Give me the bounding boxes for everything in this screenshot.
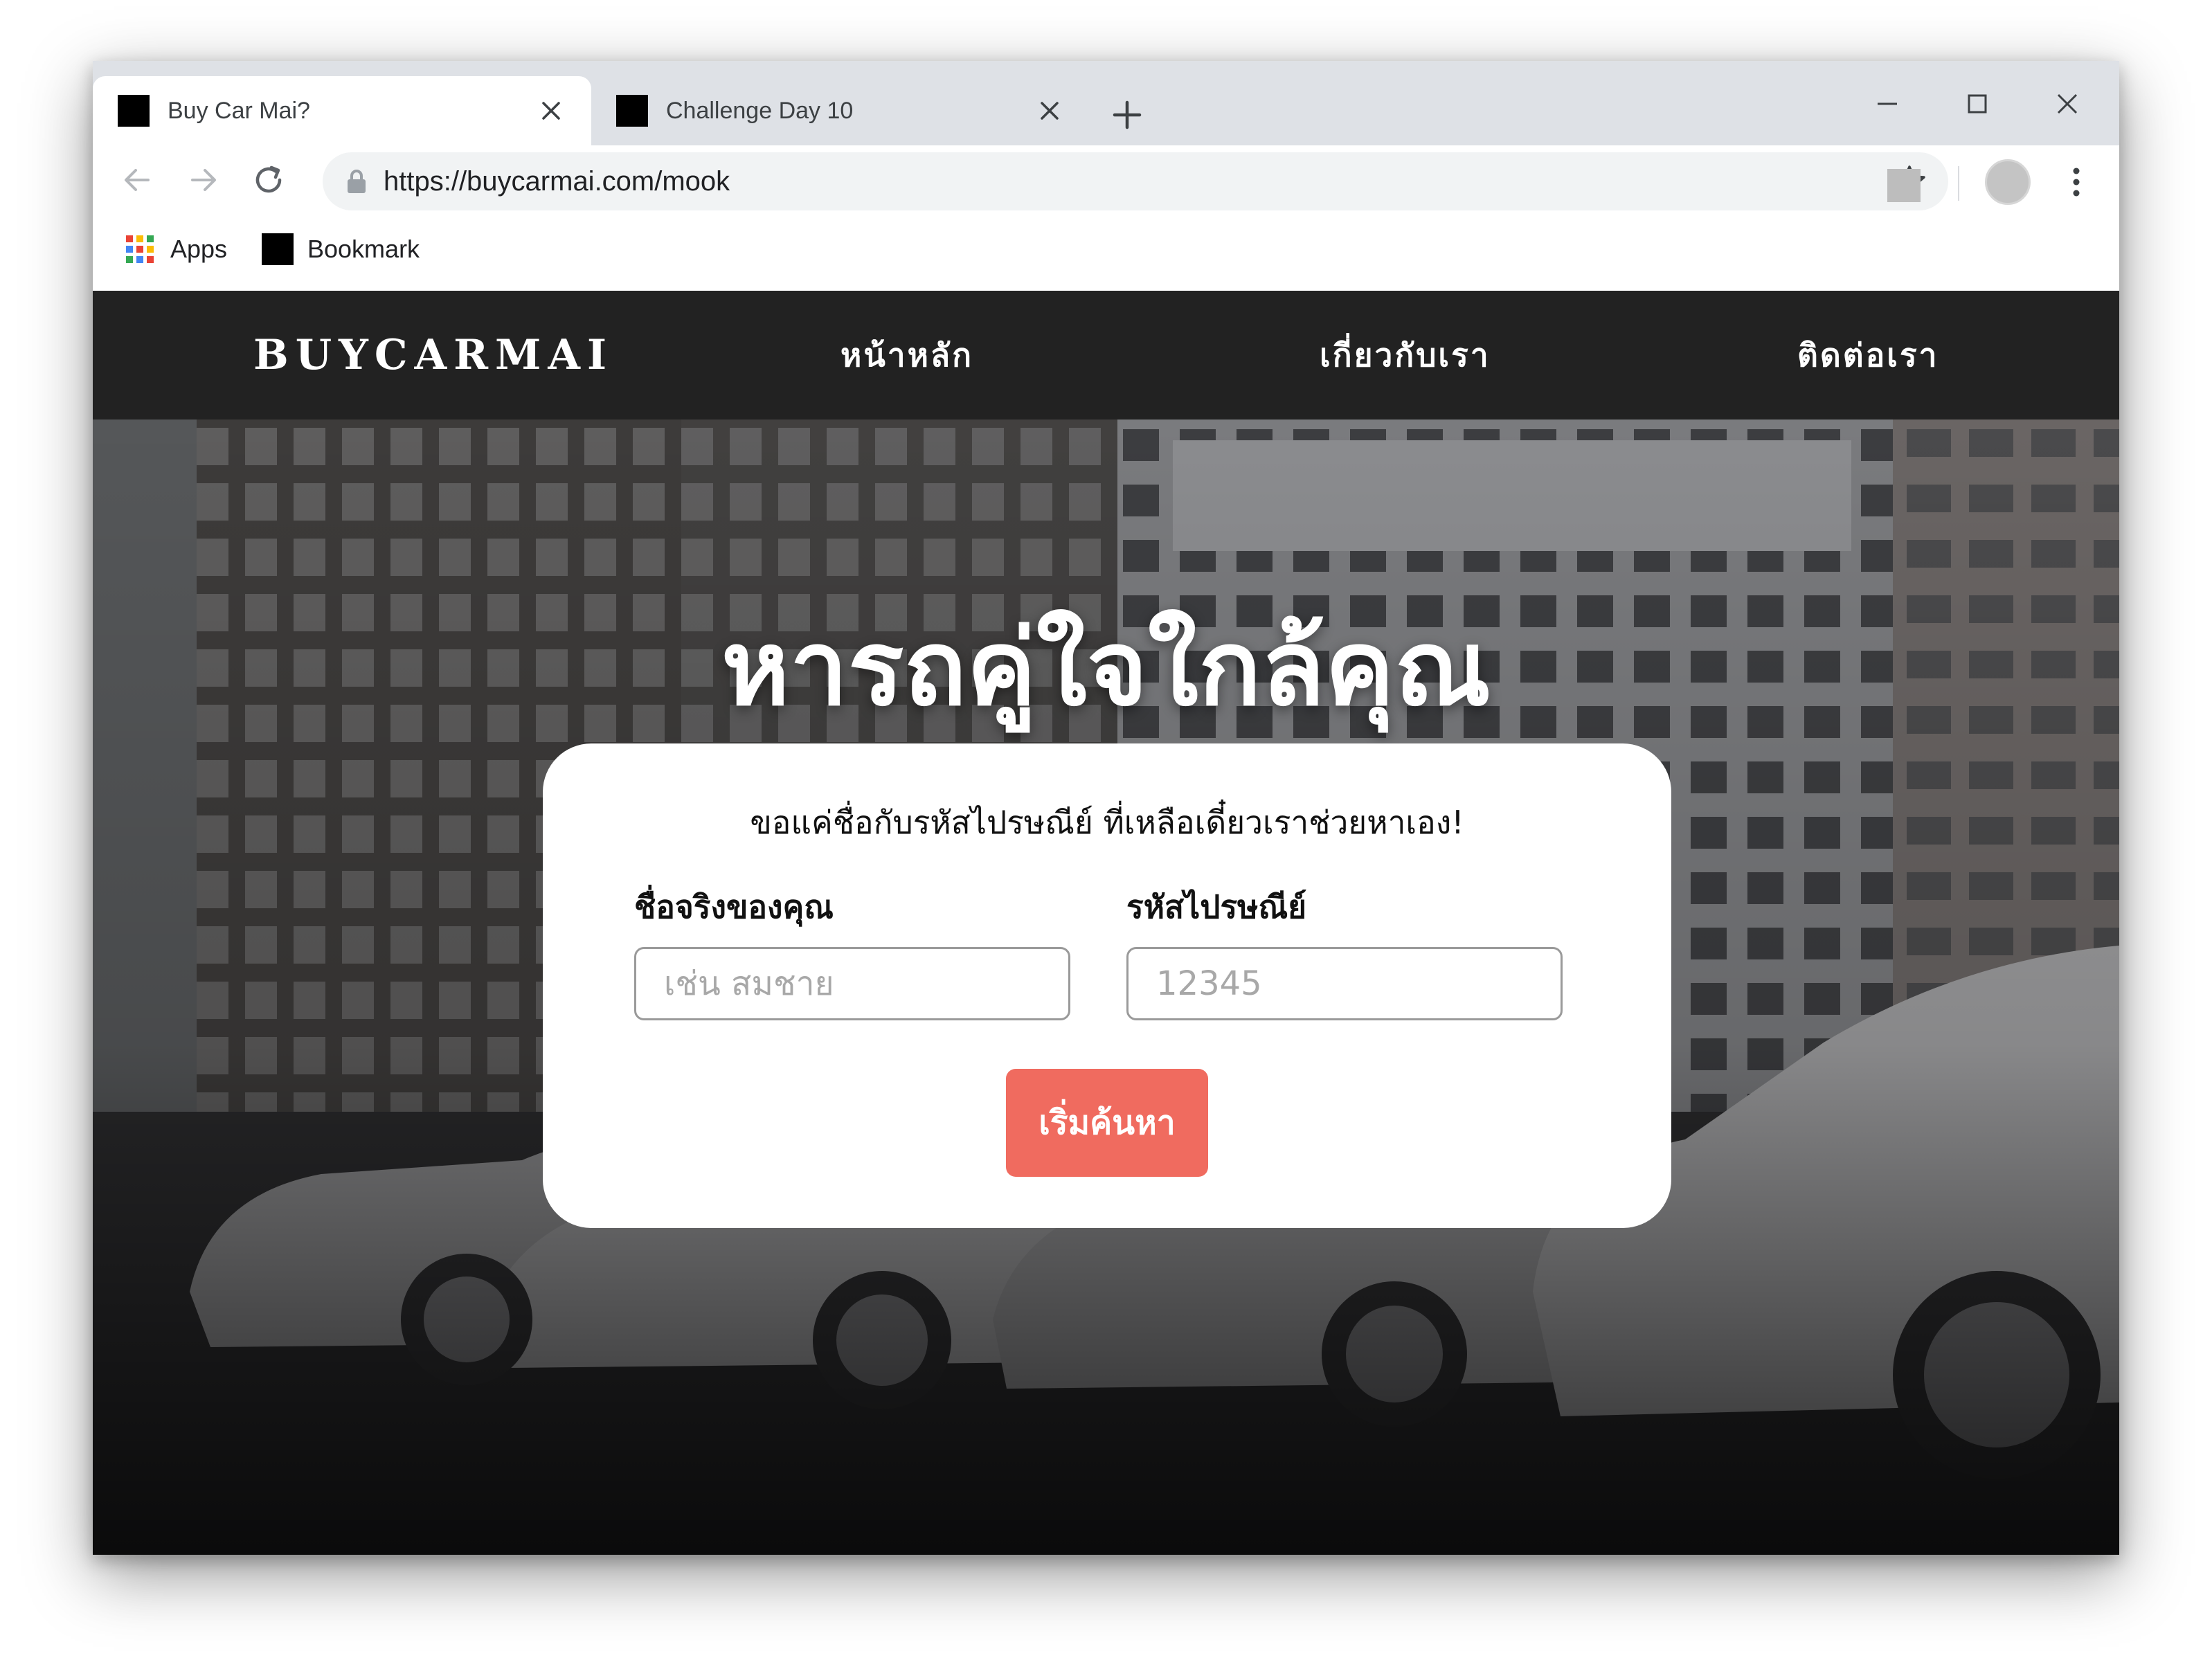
tab-strip: Buy Car Mai? Challenge Day 10 [93, 61, 2119, 145]
window-close-icon[interactable] [2040, 76, 2095, 132]
web-page: BUYCARMAI หน้าหลัก เกี่ยวกับเรา ติดต่อเร… [93, 291, 2119, 1555]
site-navbar: BUYCARMAI หน้าหลัก เกี่ยวกับเรา ติดต่อเร… [93, 291, 2119, 420]
nav-link-home[interactable]: หน้าหลัก [840, 291, 973, 420]
name-label: ชื่อจริงของคุณ [634, 888, 834, 926]
tab-challenge-day-10[interactable]: Challenge Day 10 [591, 76, 1090, 145]
site-logo[interactable]: BUYCARMAI [253, 291, 613, 420]
lock-icon [348, 170, 366, 193]
tab-favicon [616, 95, 648, 127]
name-input[interactable] [634, 947, 1070, 1020]
apps-grid-icon [126, 235, 154, 263]
nav-link-about[interactable]: เกี่ยวกับเรา [1320, 291, 1491, 420]
hero-title: หารถคู่ใจใกล้คุณ [721, 608, 1491, 729]
browser-toolbar [93, 145, 2119, 215]
profile-avatar[interactable] [1985, 159, 2031, 205]
card-subtitle: ขอแค่ชื่อกับรหัสไปรษณีย์ ที่เหลือเดี๋ยวเ… [750, 804, 1464, 841]
bookmark-apps[interactable]: Apps [126, 215, 227, 284]
tab-title: Challenge Day 10 [666, 97, 854, 124]
bookmark-label: Apps [170, 235, 228, 263]
zip-label: รหัสไปรษณีย์ [1126, 888, 1307, 926]
new-tab-plus-icon[interactable] [1105, 93, 1149, 137]
close-tab-icon[interactable] [1034, 96, 1065, 126]
nav-link-contact[interactable]: ติดต่อเรา [1797, 291, 1939, 420]
minimize-icon[interactable] [1860, 76, 1915, 132]
bookmark-label: Bookmark [307, 235, 420, 263]
maximize-icon[interactable] [1950, 76, 2005, 132]
bookmark-favicon [262, 233, 294, 265]
tab-title: Buy Car Mai? [168, 97, 310, 124]
back-arrow-icon[interactable] [112, 155, 162, 205]
zip-input[interactable] [1126, 947, 1563, 1020]
browser-window: Buy Car Mai? Challenge Day 10 https://bu… [93, 61, 2119, 1555]
tab-favicon [118, 95, 150, 127]
bookmarks-bar: Apps Bookmark [93, 215, 2119, 284]
address-bar[interactable] [323, 152, 1948, 210]
search-card: ขอแค่ชื่อกับรหัสไปรษณีย์ ที่เหลือเดี๋ยวเ… [543, 743, 1671, 1228]
reload-icon[interactable] [244, 155, 294, 205]
url-input[interactable] [384, 152, 1768, 210]
hero-section: หารถคู่ใจใกล้คุณ ขอแค่ชื่อกับรหัสไปรษณีย… [93, 420, 2119, 1555]
tab-buy-car-mai[interactable]: Buy Car Mai? [93, 76, 591, 145]
forward-arrow-icon[interactable] [179, 155, 228, 205]
more-menu-icon[interactable] [2059, 165, 2094, 199]
close-tab-icon[interactable] [536, 96, 566, 126]
start-search-button[interactable]: เริ่มค้นหา [1006, 1069, 1208, 1177]
bookmark-item[interactable]: Bookmark [262, 215, 420, 284]
toolbar-divider [1958, 166, 1959, 201]
extension-icon[interactable] [1887, 169, 1921, 202]
